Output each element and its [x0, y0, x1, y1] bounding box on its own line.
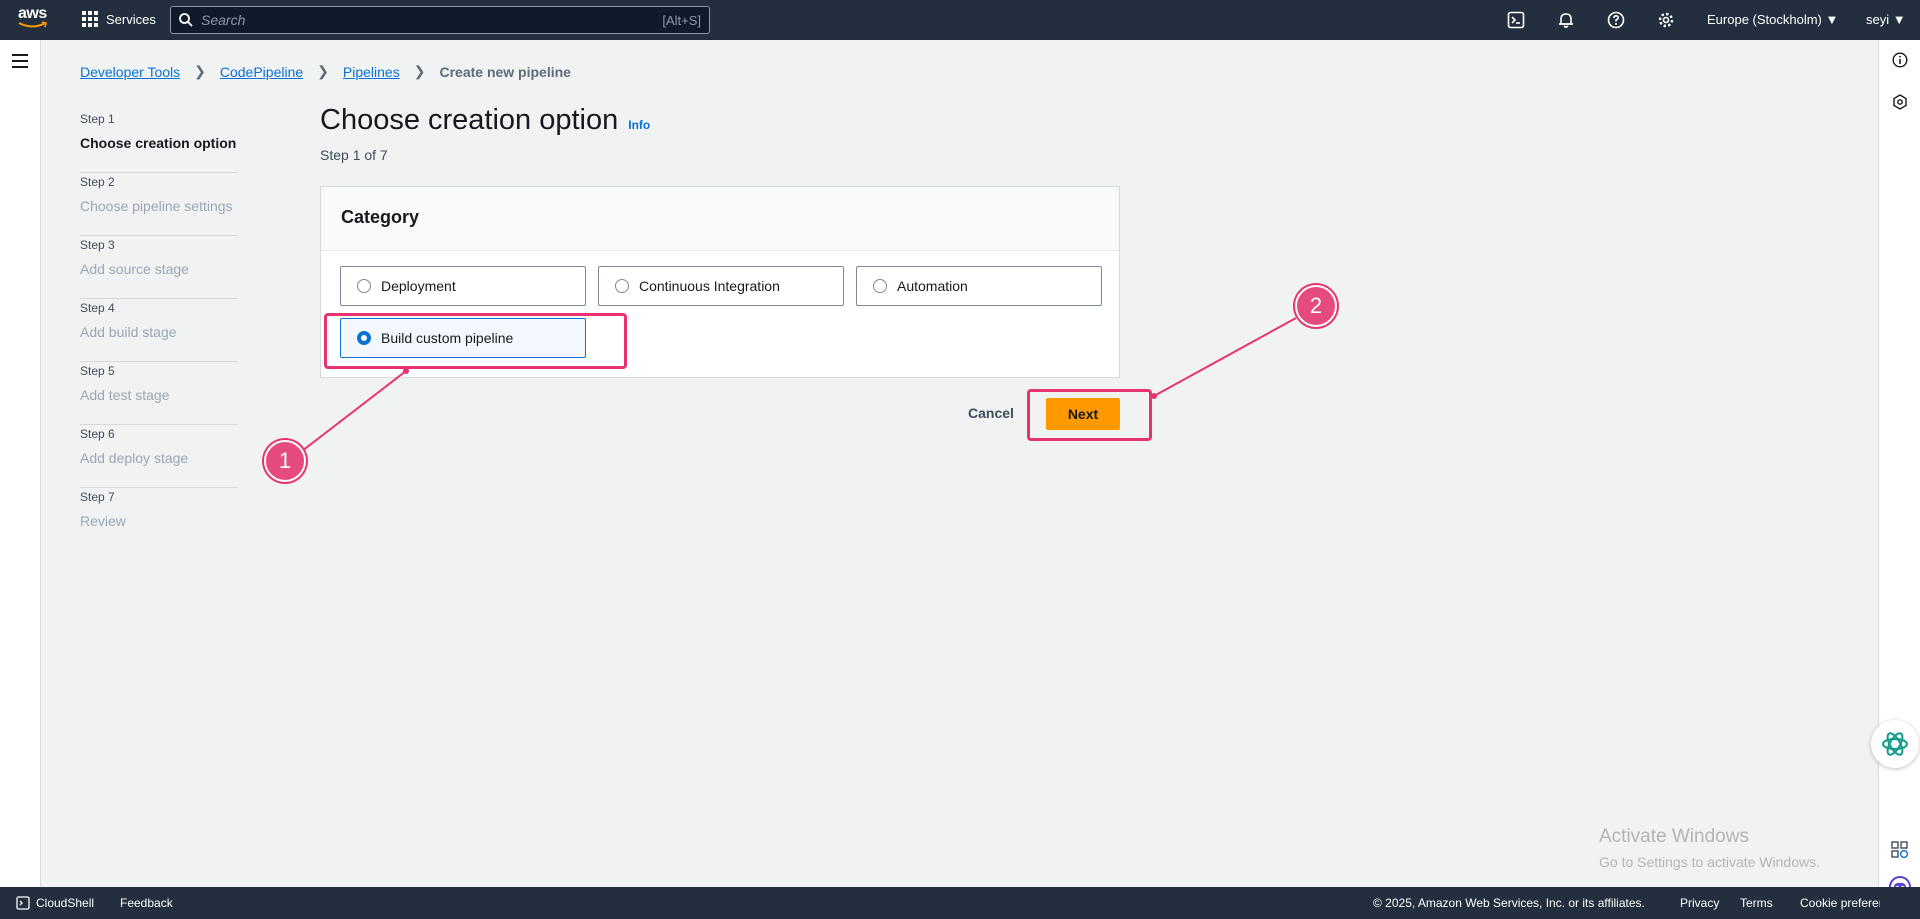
cloudshell-label: CloudShell	[36, 896, 95, 910]
terms-link[interactable]: Terms	[1740, 896, 1773, 910]
watermark-title: Activate Windows	[1599, 826, 1749, 847]
terminal-icon	[16, 896, 30, 910]
cookie-preferences-link[interactable]: Cookie preferences	[1800, 896, 1880, 910]
footer: CloudShell Feedback © 2025, Amazon Web S…	[0, 887, 1920, 919]
privacy-link[interactable]: Privacy	[1680, 896, 1719, 910]
cloudshell-link[interactable]: CloudShell	[16, 896, 94, 910]
windows-activation-watermark: Activate Windows Go to Settings to activ…	[1599, 826, 1820, 870]
watermark-subtitle: Go to Settings to activate Windows.	[1599, 854, 1820, 870]
highlight-next-button	[1027, 389, 1152, 441]
feedback-link[interactable]: Feedback	[120, 896, 173, 910]
highlight-build-custom-pipeline	[324, 313, 627, 369]
copyright-text: © 2025, Amazon Web Services, Inc. or its…	[1373, 896, 1645, 910]
annotation-marker-2: 2	[1295, 285, 1337, 327]
annotation-marker-1: 1	[264, 440, 306, 482]
